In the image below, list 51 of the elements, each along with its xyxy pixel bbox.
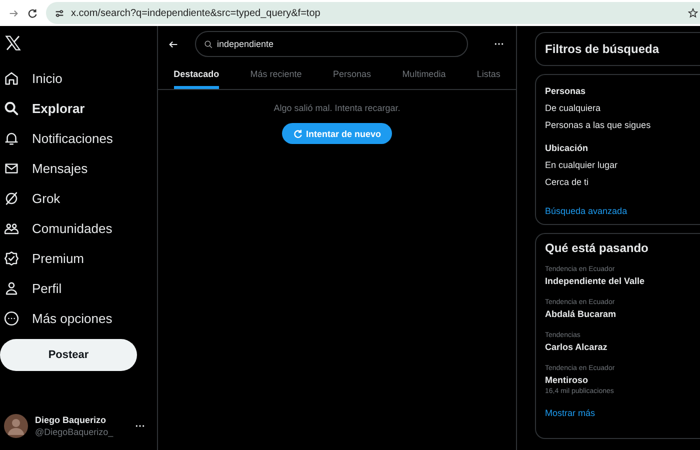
avatar[interactable] (4, 414, 28, 438)
nav-item[interactable]: Notificaciones (0, 123, 157, 153)
more-icon (3, 310, 20, 326)
post-button[interactable]: Postear (0, 339, 137, 371)
search-icon (204, 40, 213, 48)
search-field[interactable]: independiente (195, 31, 468, 57)
x-logo-icon[interactable] (4, 34, 22, 52)
filter-option[interactable]: Personas a las que sigues (545, 116, 691, 133)
trend-name[interactable]: Carlos Alcaraz (545, 342, 691, 352)
account-name: Diego Baquerizo (35, 415, 108, 425)
nav-item[interactable]: Comunidades (0, 213, 157, 243)
tab[interactable]: Más reciente (250, 58, 302, 89)
account-handle: @DiegoBaquerizo_ (35, 427, 114, 437)
person-icon (3, 280, 20, 296)
reload-icon[interactable] (27, 8, 38, 18)
error-message: Algo salió mal. Intenta recargar. (274, 103, 400, 113)
star-icon[interactable] (688, 8, 698, 18)
filter-heading: Ubicación (545, 142, 590, 154)
site-settings-icon[interactable] (54, 8, 65, 18)
filter-option[interactable]: Cerca de ti (545, 173, 691, 190)
trend-name[interactable]: Independiente del Valle (545, 276, 691, 286)
trends-title: Qué está pasando (545, 241, 650, 255)
filters-panel-title: Filtros de búsqueda (535, 32, 700, 66)
advanced-search-link[interactable]: Búsqueda avanzada (545, 206, 691, 216)
nav-item[interactable]: Más opciones (0, 303, 157, 333)
nav-item[interactable]: Explorar (0, 93, 157, 123)
filter-option[interactable]: De cualquiera (545, 99, 691, 116)
nav-item[interactable]: Perfil (0, 273, 157, 303)
more-icon[interactable] (135, 424, 145, 428)
trend-name[interactable]: Mentiroso (545, 375, 691, 385)
nav-item[interactable]: Premium (0, 243, 157, 273)
more-icon[interactable] (494, 42, 504, 46)
forward-icon[interactable] (8, 8, 19, 18)
nav-item[interactable]: Mensajes (0, 153, 157, 183)
tab[interactable]: Multimedia (402, 58, 446, 89)
grok-icon (3, 190, 20, 206)
filter-option[interactable]: En cualquier lugar (545, 156, 691, 173)
refresh-icon (292, 128, 303, 138)
nav-item[interactable]: Inicio (0, 63, 157, 93)
home-icon (3, 70, 20, 86)
nav-item[interactable]: Grok (0, 183, 157, 213)
trend-name[interactable]: Abdalá Bucaram (545, 309, 691, 319)
show-more-link[interactable]: Mostrar más (545, 408, 691, 418)
address-bar[interactable]: x.com/search?q=independiente&src=typed_query&f=top (46, 2, 700, 24)
badge-icon (3, 250, 20, 266)
tab[interactable]: Listas (476, 58, 500, 89)
tab[interactable]: Destacado (174, 58, 220, 89)
back-arrow-icon[interactable] (168, 38, 179, 50)
filter-heading: Personas (545, 84, 587, 98)
search-icon (3, 100, 20, 116)
tab[interactable]: Personas (332, 58, 372, 89)
